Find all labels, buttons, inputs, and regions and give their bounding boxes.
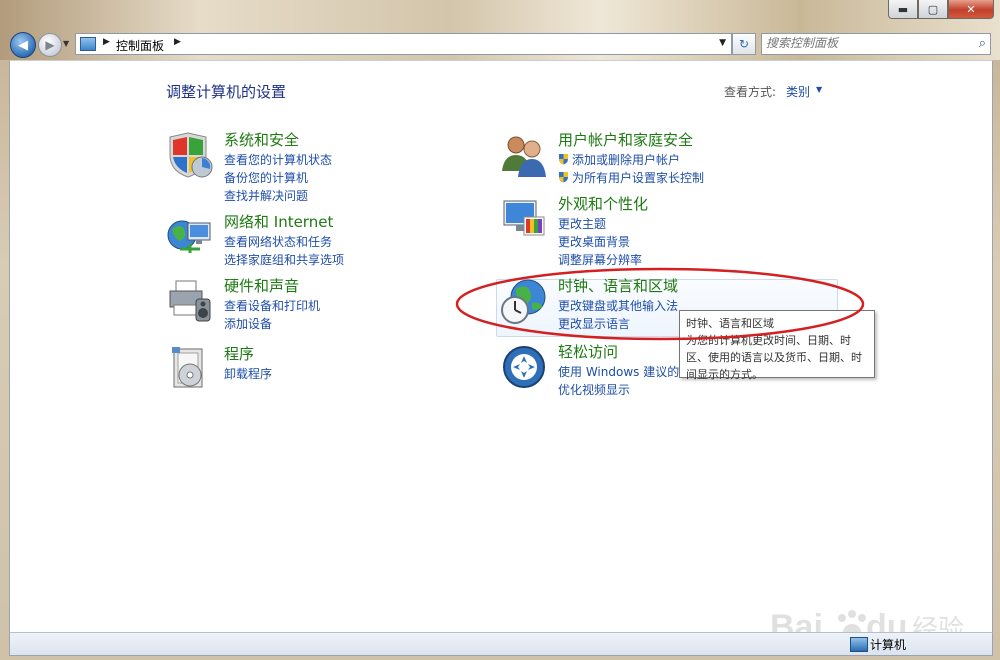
- network-globe-icon: [167, 220, 211, 253]
- uac-shield-icon: [559, 154, 568, 165]
- link-homegroup[interactable]: 选择家庭组和共享选项: [224, 251, 344, 268]
- link-add-device[interactable]: 添加设备: [224, 315, 272, 332]
- chevron-down-icon[interactable]: ▼: [816, 85, 822, 94]
- link-backup-computer[interactable]: 备份您的计算机: [224, 169, 308, 186]
- category-tooltip: 时钟、语言和区域 为您的计算机更改时间、日期、时区、使用的语言以及货币、日期、时…: [679, 310, 875, 381]
- category-title[interactable]: 硬件和声音: [224, 275, 299, 296]
- status-text: 计算机: [870, 638, 907, 652]
- category-title[interactable]: 程序: [224, 343, 254, 364]
- search-icon[interactable]: ⌕: [979, 36, 986, 51]
- category-title[interactable]: 外观和个性化: [558, 193, 648, 214]
- uac-shield-icon: [559, 172, 568, 183]
- control-panel-icon: [80, 37, 96, 51]
- breadcrumb-separator-icon[interactable]: ▶: [174, 37, 181, 47]
- view-by-dropdown[interactable]: 类别: [786, 83, 810, 100]
- link-parental-controls[interactable]: 为所有用户设置家长控制: [572, 169, 704, 186]
- category-title[interactable]: 系统和安全: [224, 129, 299, 150]
- link-view-computer-status[interactable]: 查看您的计算机状态: [224, 151, 332, 168]
- category-title[interactable]: 用户帐户和家庭安全: [558, 129, 693, 150]
- link-optimize-display[interactable]: 优化视频显示: [558, 381, 630, 398]
- link-change-background[interactable]: 更改桌面背景: [558, 233, 630, 250]
- forward-button[interactable]: ▶: [38, 33, 62, 57]
- link-uninstall-program[interactable]: 卸载程序: [224, 365, 272, 382]
- breadcrumb-separator-icon[interactable]: ▶: [103, 37, 110, 47]
- close-button[interactable]: ✕: [948, 0, 994, 19]
- page-heading: 调整计算机的设置: [166, 83, 287, 101]
- ease-of-access-icon: [503, 346, 545, 388]
- navigation-bar: ◀ ▶ ▼ ▶ 控制面板 ▶ ▼ ↻ ⌕: [0, 28, 1000, 60]
- link-troubleshoot[interactable]: 查找并解决问题: [224, 187, 308, 204]
- link-network-status[interactable]: 查看网络状态和任务: [224, 233, 332, 250]
- shield-icon: [169, 132, 213, 178]
- printer-icon: [169, 280, 211, 322]
- users-icon: [502, 136, 546, 177]
- address-dropdown-icon[interactable]: ▼: [719, 38, 726, 48]
- caption-buttons: ▬ ▢ ✕: [888, 0, 994, 20]
- category-title[interactable]: 轻松访问: [558, 341, 618, 362]
- computer-icon: [850, 637, 868, 652]
- address-bar[interactable]: ▶ 控制面板 ▶ ▼: [75, 33, 732, 55]
- category-title[interactable]: 时钟、语言和区域: [558, 275, 678, 296]
- tooltip-description: 为您的计算机更改时间、日期、时区、使用的语言以及货币、日期、时间显示的方式。: [686, 334, 862, 381]
- back-button[interactable]: ◀: [10, 32, 36, 58]
- recent-pages-dropdown[interactable]: ▼: [63, 39, 69, 48]
- status-bar: 计算机: [9, 632, 993, 656]
- search-input[interactable]: [766, 35, 961, 51]
- link-change-keyboard[interactable]: 更改键盘或其他输入法: [558, 297, 678, 314]
- search-box[interactable]: ⌕: [761, 33, 991, 55]
- content-area: 调整计算机的设置 查看方式: 类别 ▼ 系统和安全 查看您的计算机状态 备份您的…: [9, 60, 993, 655]
- link-devices-printers[interactable]: 查看设备和打印机: [224, 297, 320, 314]
- clock-globe-icon: [501, 279, 546, 324]
- category-title[interactable]: 网络和 Internet: [224, 211, 333, 232]
- control-panel-window: ▬ ▢ ✕ ◀ ▶ ▼ ▶ 控制面板 ▶ ▼ ↻ ⌕ 调整计算机的设置 查看方式…: [0, 0, 1000, 660]
- link-change-theme[interactable]: 更改主题: [558, 215, 606, 232]
- view-by-label: 查看方式:: [724, 85, 777, 99]
- breadcrumb-control-panel[interactable]: 控制面板: [116, 37, 164, 54]
- tooltip-title: 时钟、语言和区域: [686, 317, 774, 330]
- programs-icon: [172, 347, 203, 388]
- link-screen-resolution[interactable]: 调整屏幕分辨率: [558, 251, 642, 268]
- maximize-button[interactable]: ▢: [918, 0, 948, 19]
- appearance-icon: [503, 200, 545, 236]
- refresh-button[interactable]: ↻: [732, 33, 756, 55]
- link-add-remove-accounts[interactable]: 添加或删除用户帐户: [572, 151, 680, 168]
- minimize-button[interactable]: ▬: [888, 0, 918, 19]
- link-change-display-language[interactable]: 更改显示语言: [558, 315, 630, 332]
